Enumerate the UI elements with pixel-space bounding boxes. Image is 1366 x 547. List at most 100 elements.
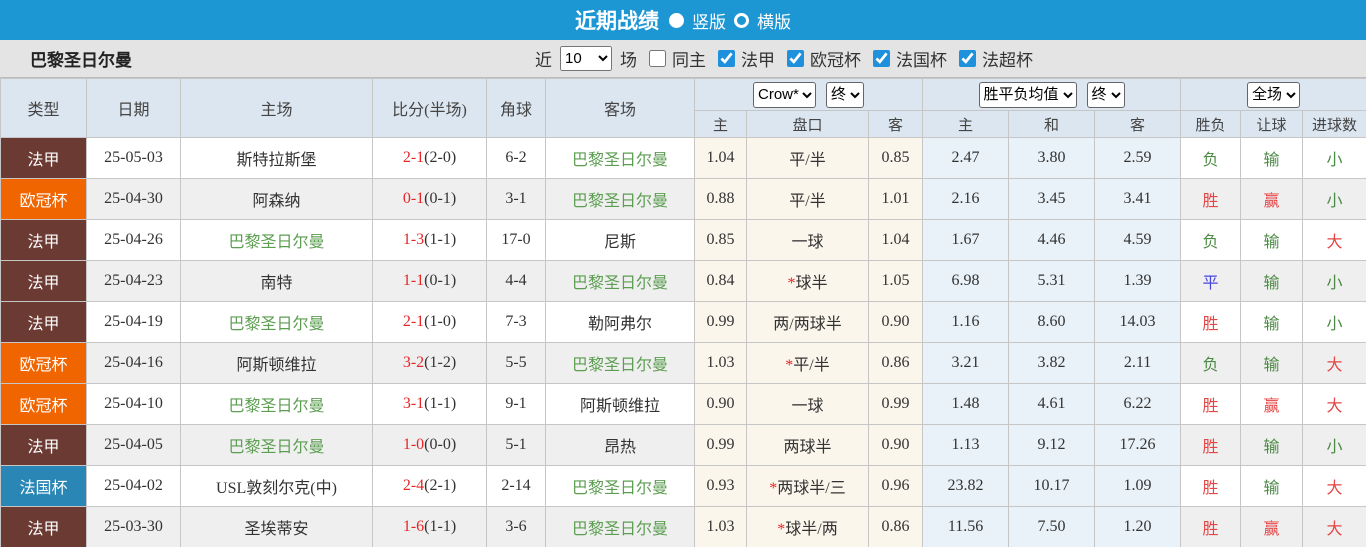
home-team[interactable]: 巴黎圣日尔曼: [181, 302, 373, 343]
table-row: 欧冠杯 25-04-10 巴黎圣日尔曼 3-1(1-1) 9-1 阿斯顿维拉 0…: [1, 384, 1366, 425]
subheader-mean-lose: 客: [1095, 111, 1181, 138]
odds-home: 0.85: [695, 220, 747, 261]
half-time-score: (0-1): [424, 272, 456, 289]
mean-draw: 4.46: [1009, 220, 1095, 261]
mean-time-select[interactable]: 终: [1087, 82, 1125, 108]
away-team[interactable]: 阿斯顿维拉: [546, 384, 695, 425]
mean-win: 1.16: [923, 302, 1009, 343]
odds-away: 0.99: [869, 384, 923, 425]
full-time-score: 3-1: [403, 395, 424, 412]
handicap-line: 平/半: [747, 138, 869, 179]
result-winlose: 胜: [1181, 466, 1241, 507]
odds-time-select[interactable]: 终: [826, 82, 864, 108]
super-cup-checkbox[interactable]: [959, 50, 976, 67]
odds-header-group: Crow* 终: [695, 79, 923, 111]
odds-away: 1.04: [869, 220, 923, 261]
french-cup-checkbox[interactable]: [873, 50, 890, 67]
away-team[interactable]: 巴黎圣日尔曼: [546, 507, 695, 547]
match-date: 25-04-16: [87, 343, 181, 384]
home-team[interactable]: 巴黎圣日尔曼: [181, 425, 373, 466]
handicap-line: *两球半/三: [747, 466, 869, 507]
away-team[interactable]: 巴黎圣日尔曼: [546, 343, 695, 384]
away-team[interactable]: 巴黎圣日尔曼: [546, 466, 695, 507]
horizontal-layout-label[interactable]: 横版: [757, 8, 791, 33]
match-type-badge: 欧冠杯: [1, 343, 87, 384]
full-time-score: 1-1: [403, 272, 424, 289]
mean-win: 1.67: [923, 220, 1009, 261]
mean-lose: 4.59: [1095, 220, 1181, 261]
home-team[interactable]: 斯特拉斯堡: [181, 138, 373, 179]
home-team[interactable]: USL敦刻尔克(中): [181, 466, 373, 507]
mean-type-select[interactable]: 胜平负均值: [979, 82, 1077, 108]
corners: 5-1: [487, 425, 546, 466]
scope-select[interactable]: 全场: [1247, 82, 1300, 108]
mean-win: 11.56: [923, 507, 1009, 547]
match-type-badge: 法国杯: [1, 466, 87, 507]
half-time-score: (2-1): [424, 477, 456, 494]
scope-header-group: 全场: [1181, 79, 1366, 111]
super-cup-label[interactable]: 法超杯: [982, 46, 1033, 71]
result-winlose: 胜: [1181, 384, 1241, 425]
mean-draw: 5.31: [1009, 261, 1095, 302]
odds-company-select[interactable]: Crow*: [753, 82, 816, 108]
handicap-line: *球半: [747, 261, 869, 302]
home-team[interactable]: 阿斯顿维拉: [181, 343, 373, 384]
home-team[interactable]: 阿森纳: [181, 179, 373, 220]
away-team[interactable]: 勒阿弗尔: [546, 302, 695, 343]
ucl-checkbox[interactable]: [787, 50, 804, 67]
corners: 9-1: [487, 384, 546, 425]
odds-home: 0.99: [695, 425, 747, 466]
away-team[interactable]: 昂热: [546, 425, 695, 466]
ligue1-checkbox[interactable]: [718, 50, 735, 67]
recent-count-select[interactable]: 10: [560, 46, 612, 71]
result-goals: 大: [1303, 343, 1366, 384]
away-team[interactable]: 巴黎圣日尔曼: [546, 261, 695, 302]
corners: 4-4: [487, 261, 546, 302]
ligue1-label[interactable]: 法甲: [741, 46, 775, 71]
handicap-text: 一球: [791, 234, 823, 251]
handicap-line: 一球: [747, 220, 869, 261]
odds-away: 0.90: [869, 302, 923, 343]
table-row: 法甲 25-05-03 斯特拉斯堡 2-1(2-0) 6-2 巴黎圣日尔曼 1.…: [1, 138, 1366, 179]
score-cell: 2-1(2-0): [373, 138, 487, 179]
half-time-score: (1-1): [424, 518, 456, 535]
match-type-badge: 法甲: [1, 507, 87, 547]
home-team[interactable]: 圣埃蒂安: [181, 507, 373, 547]
full-time-score: 1-0: [403, 436, 424, 453]
same-home-label[interactable]: 同主: [672, 46, 706, 71]
home-team[interactable]: 南特: [181, 261, 373, 302]
home-team[interactable]: 巴黎圣日尔曼: [181, 384, 373, 425]
mean-draw: 3.45: [1009, 179, 1095, 220]
same-home-checkbox[interactable]: [649, 50, 666, 67]
header-score: 比分(半场): [373, 79, 487, 138]
away-team[interactable]: 尼斯: [546, 220, 695, 261]
result-handicap: 输: [1241, 302, 1303, 343]
result-handicap: 输: [1241, 220, 1303, 261]
odds-away: 0.90: [869, 425, 923, 466]
result-handicap: 赢: [1241, 179, 1303, 220]
score-cell: 1-0(0-0): [373, 425, 487, 466]
ucl-label[interactable]: 欧冠杯: [810, 46, 861, 71]
handicap-line: *球半/两: [747, 507, 869, 547]
full-time-score: 0-1: [403, 190, 424, 207]
corners: 5-5: [487, 343, 546, 384]
result-handicap: 输: [1241, 261, 1303, 302]
subheader-handicap: 盘口: [747, 111, 869, 138]
handicap-line: *平/半: [747, 343, 869, 384]
vertical-layout-label[interactable]: 竖版: [692, 8, 726, 33]
home-team[interactable]: 巴黎圣日尔曼: [181, 220, 373, 261]
full-time-score: 1-6: [403, 518, 424, 535]
french-cup-label[interactable]: 法国杯: [896, 46, 947, 71]
match-type-badge: 法甲: [1, 261, 87, 302]
mean-lose: 2.11: [1095, 343, 1181, 384]
away-team[interactable]: 巴黎圣日尔曼: [546, 138, 695, 179]
page-title: 近期战绩: [575, 5, 659, 35]
mean-win: 23.82: [923, 466, 1009, 507]
odds-away: 0.86: [869, 343, 923, 384]
away-team[interactable]: 巴黎圣日尔曼: [546, 179, 695, 220]
result-handicap: 输: [1241, 425, 1303, 466]
vertical-layout-radio[interactable]: [669, 13, 684, 28]
horizontal-layout-radio[interactable]: [734, 13, 749, 28]
full-time-score: 3-2: [403, 354, 424, 371]
results-body: 法甲 25-05-03 斯特拉斯堡 2-1(2-0) 6-2 巴黎圣日尔曼 1.…: [1, 138, 1366, 547]
